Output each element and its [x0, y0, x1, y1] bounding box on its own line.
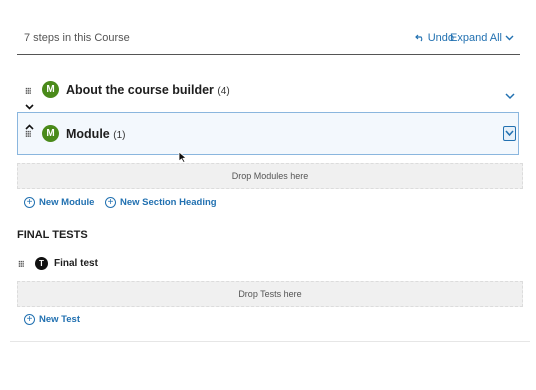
drag-handle-icon[interactable]: ⁝⁝⁝ — [25, 129, 32, 140]
undo-button[interactable]: Undo — [414, 32, 454, 44]
expand-module-button[interactable] — [503, 126, 516, 141]
section-title-module[interactable]: Module (1) — [66, 127, 125, 141]
final-test-title[interactable]: Final test — [54, 258, 98, 269]
plus-circle-icon: + — [24, 197, 35, 208]
test-badge: T — [35, 257, 48, 270]
expand-section-button[interactable] — [505, 87, 515, 105]
section-count: (4) — [217, 86, 230, 97]
undo-icon — [414, 34, 423, 42]
expand-all-label: Expand All — [450, 32, 502, 44]
drop-tests-zone[interactable]: Drop Tests here — [17, 281, 523, 307]
section-title-about[interactable]: About the course builder (4) — [66, 83, 230, 97]
new-module-label: New Module — [39, 197, 95, 208]
drop-modules-zone[interactable]: Drop Modules here — [17, 163, 523, 189]
section-title-label: About the course builder — [66, 83, 214, 97]
chevron-down-icon — [505, 35, 514, 41]
plus-circle-icon: + — [24, 314, 35, 325]
chevron-down-icon — [505, 93, 515, 100]
new-test-label: New Test — [39, 314, 81, 325]
steps-count: 7 steps in this Course — [24, 32, 130, 44]
header-divider — [17, 54, 520, 55]
module-badge: M — [42, 125, 59, 142]
expand-all-button[interactable]: Expand All — [450, 32, 514, 44]
section-title-label: Module — [66, 127, 110, 141]
plus-circle-icon: + — [105, 197, 116, 208]
bottom-divider — [10, 341, 530, 342]
drag-handle-icon[interactable]: ⁝⁝⁝ — [18, 259, 25, 270]
final-tests-heading: FINAL TESTS — [17, 229, 88, 241]
chevron-down-icon — [505, 130, 514, 137]
new-section-heading-label: New Section Heading — [120, 197, 217, 208]
section-count: (1) — [113, 130, 126, 141]
module-badge: M — [42, 81, 59, 98]
new-section-heading-button[interactable]: + New Section Heading — [105, 197, 217, 208]
drag-handle-icon[interactable]: ⁝⁝⁝ — [25, 86, 32, 97]
new-module-button[interactable]: + New Module — [24, 197, 94, 208]
course-header: 7 steps in this Course Undo Expand All — [24, 32, 520, 46]
new-test-button[interactable]: + New Test — [24, 314, 80, 325]
